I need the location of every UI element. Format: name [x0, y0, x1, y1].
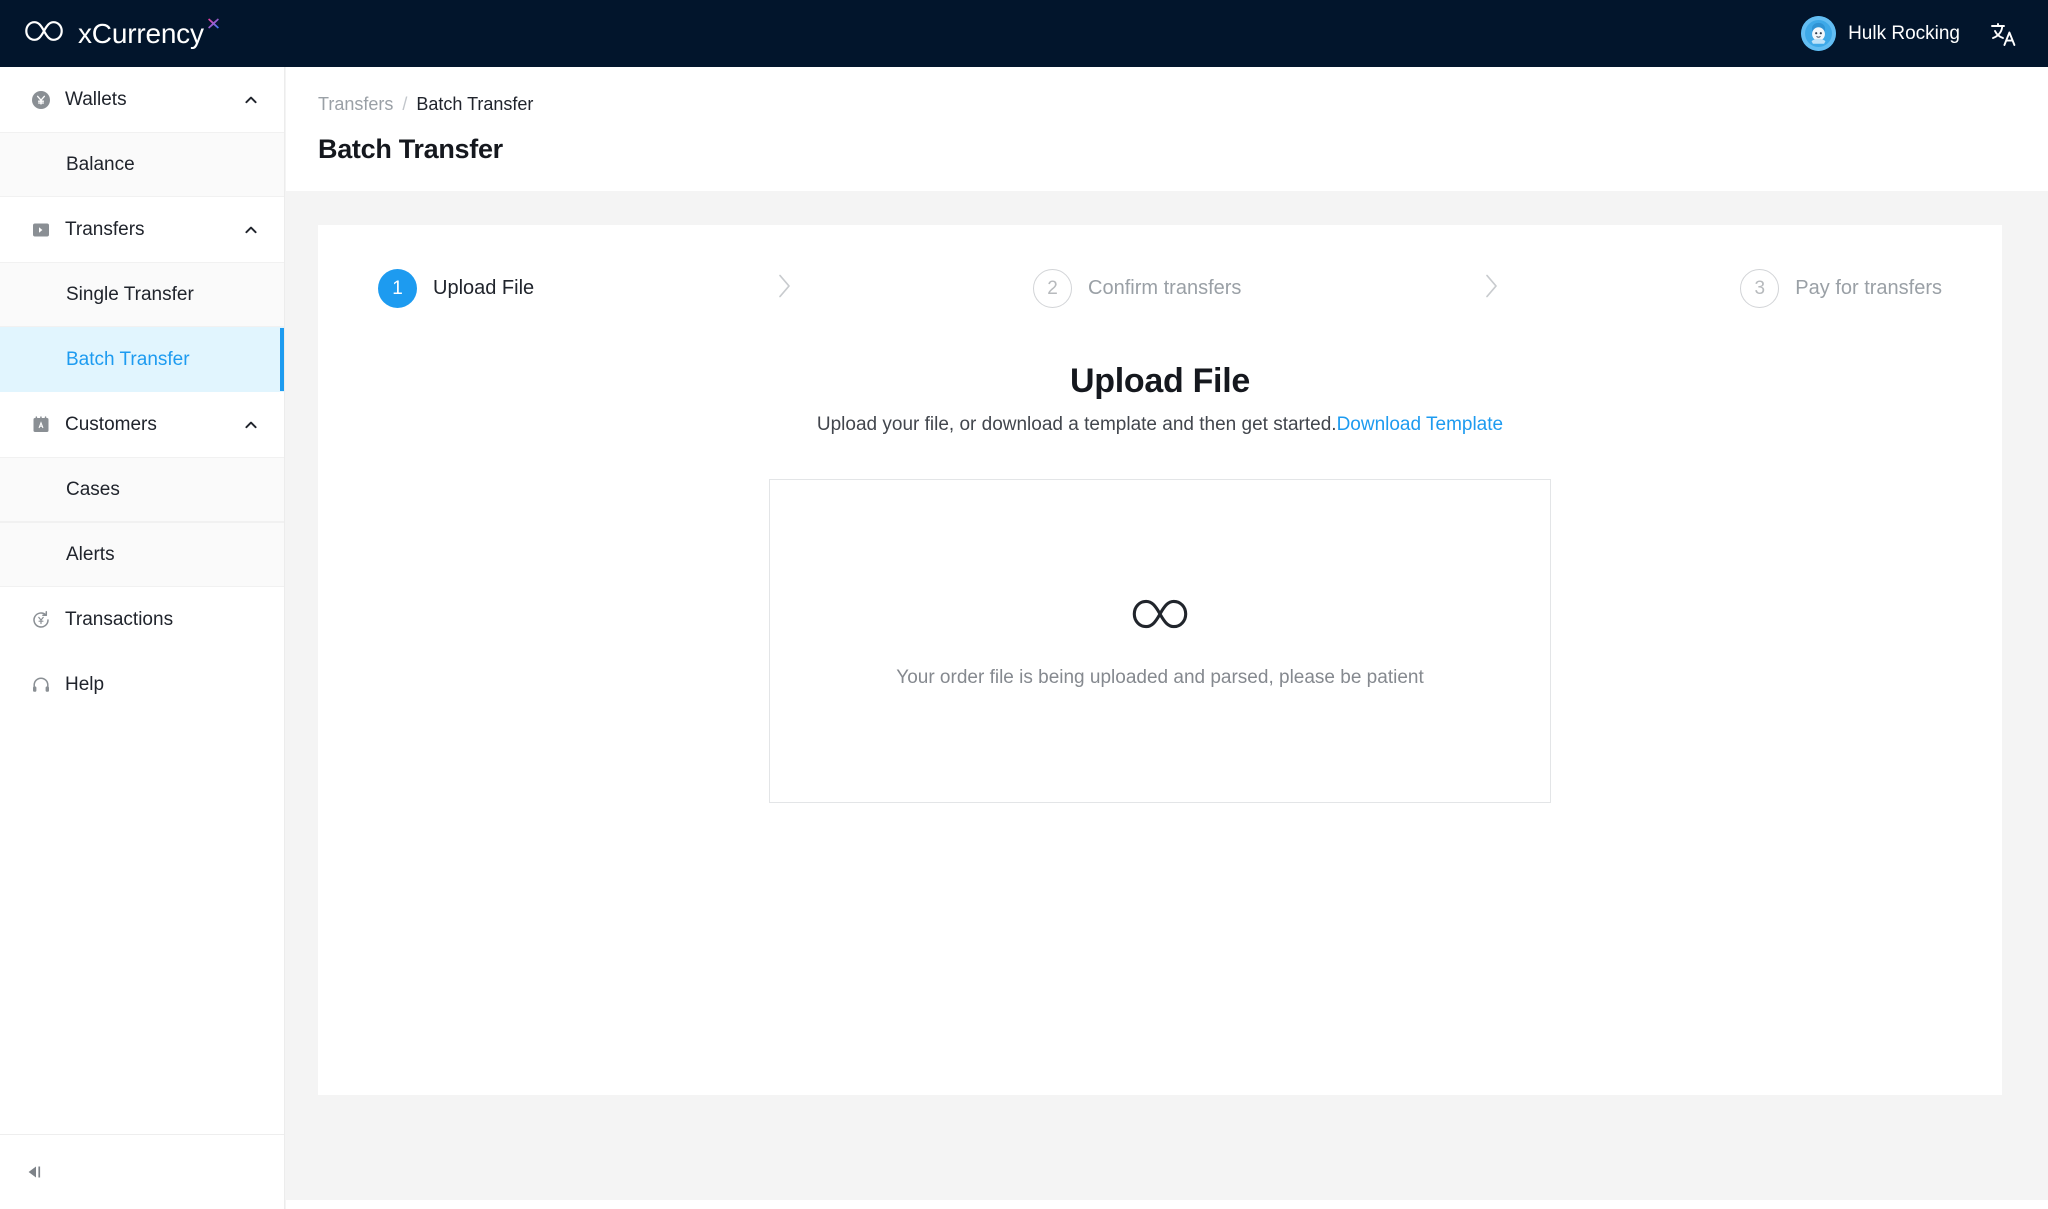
upload-subtitle: Upload your file, or download a template… — [318, 415, 2002, 434]
transfers-icon — [30, 219, 52, 241]
step-number: 3 — [1740, 269, 1779, 308]
topbar-actions: Hulk Rocking — [1801, 16, 2020, 51]
step-number: 2 — [1033, 269, 1072, 308]
sidebar-group-transfers[interactable]: Transfers — [0, 197, 284, 262]
step-separator — [1241, 271, 1740, 306]
user-menu[interactable]: Hulk Rocking — [1801, 16, 1960, 51]
breadcrumb: Transfers / Batch Transfer — [318, 95, 2048, 113]
sidebar-item-balance[interactable]: Balance — [0, 132, 284, 197]
upload-subtitle-text: Upload your file, or download a template… — [817, 414, 1337, 435]
step-separator — [534, 271, 1033, 306]
sidebar-group-label: Wallets — [65, 90, 242, 109]
chevron-up-icon — [242, 416, 260, 434]
sidebar-subitem-label: Batch Transfer — [66, 350, 190, 369]
step-label: Confirm transfers — [1088, 278, 1241, 298]
upload-title: Upload File — [318, 362, 2002, 401]
sidebar-subitem-label: Single Transfer — [66, 285, 194, 304]
sidebar-subitem-label: Alerts — [66, 545, 115, 564]
chevron-right-icon — [774, 271, 794, 306]
page-header: Transfers / Batch Transfer Batch Transfe… — [286, 67, 2048, 191]
brand-logo[interactable]: xCurrency — [22, 18, 220, 49]
download-template-link[interactable]: Download Template — [1337, 414, 1504, 435]
sidebar-footer — [0, 1134, 284, 1209]
translate-icon[interactable] — [1986, 17, 2020, 51]
step-pay-for-transfers[interactable]: 3 Pay for transfers — [1740, 269, 1942, 308]
file-dropzone[interactable]: Your order file is being uploaded and pa… — [769, 479, 1551, 803]
headset-icon — [30, 674, 52, 696]
customers-icon — [30, 414, 52, 436]
breadcrumb-parent[interactable]: Transfers — [318, 95, 393, 113]
content-canvas: 1 Upload File 2 Confirm transfers — [286, 191, 2048, 1200]
step-number: 1 — [378, 269, 417, 308]
upload-section: Upload File Upload your file, or downloa… — [318, 308, 2002, 803]
collapse-sidebar-icon[interactable] — [22, 1159, 48, 1185]
sidebar-group-wallets[interactable]: Wallets — [0, 67, 284, 132]
step-label: Upload File — [433, 278, 534, 298]
batch-transfer-card: 1 Upload File 2 Confirm transfers — [318, 225, 2002, 1095]
sidebar-item-cases[interactable]: Cases — [0, 457, 284, 522]
chevron-up-icon — [242, 91, 260, 109]
brand-wordmark: xCurrency — [78, 20, 220, 48]
sidebar-nav: Wallets Balance Transfers — [0, 67, 284, 1134]
step-confirm-transfers[interactable]: 2 Confirm transfers — [1033, 269, 1241, 308]
avatar — [1801, 16, 1836, 51]
x-mark-icon — [207, 17, 220, 35]
brand-name: xCurrency — [78, 20, 204, 48]
page-title: Batch Transfer — [318, 135, 2048, 165]
sidebar-item-label: Transactions — [65, 610, 260, 629]
sidebar-item-alerts[interactable]: Alerts — [0, 522, 284, 587]
step-label: Pay for transfers — [1795, 278, 1942, 298]
infinity-spinner-icon — [1128, 595, 1192, 638]
stepper: 1 Upload File 2 Confirm transfers — [318, 269, 2002, 308]
sidebar-item-batch-transfer[interactable]: Batch Transfer — [0, 327, 284, 392]
step-upload-file[interactable]: 1 Upload File — [378, 269, 534, 308]
sidebar-subitem-label: Balance — [66, 155, 135, 174]
top-bar: xCurrency — [0, 0, 2048, 67]
sidebar-group-customers[interactable]: Customers — [0, 392, 284, 457]
sidebar-group-label: Customers — [65, 415, 242, 434]
chevron-up-icon — [242, 221, 260, 239]
sidebar-group-label: Transfers — [65, 220, 242, 239]
sidebar-item-transactions[interactable]: Transactions — [0, 587, 284, 652]
main-content: Transfers / Batch Transfer Batch Transfe… — [286, 67, 2048, 1209]
infinity-icon — [22, 18, 66, 49]
breadcrumb-separator: / — [402, 95, 407, 113]
dropzone-status-text: Your order file is being uploaded and pa… — [896, 668, 1423, 687]
breadcrumb-current: Batch Transfer — [416, 95, 533, 113]
wallet-icon — [30, 89, 52, 111]
transactions-icon — [30, 609, 52, 631]
sidebar-item-help[interactable]: Help — [0, 652, 284, 717]
chevron-right-icon — [1481, 271, 1501, 306]
sidebar-item-single-transfer[interactable]: Single Transfer — [0, 262, 284, 327]
sidebar-subitem-label: Cases — [66, 480, 120, 499]
sidebar: Wallets Balance Transfers — [0, 67, 285, 1209]
user-name: Hulk Rocking — [1848, 24, 1960, 43]
sidebar-item-label: Help — [65, 675, 260, 694]
